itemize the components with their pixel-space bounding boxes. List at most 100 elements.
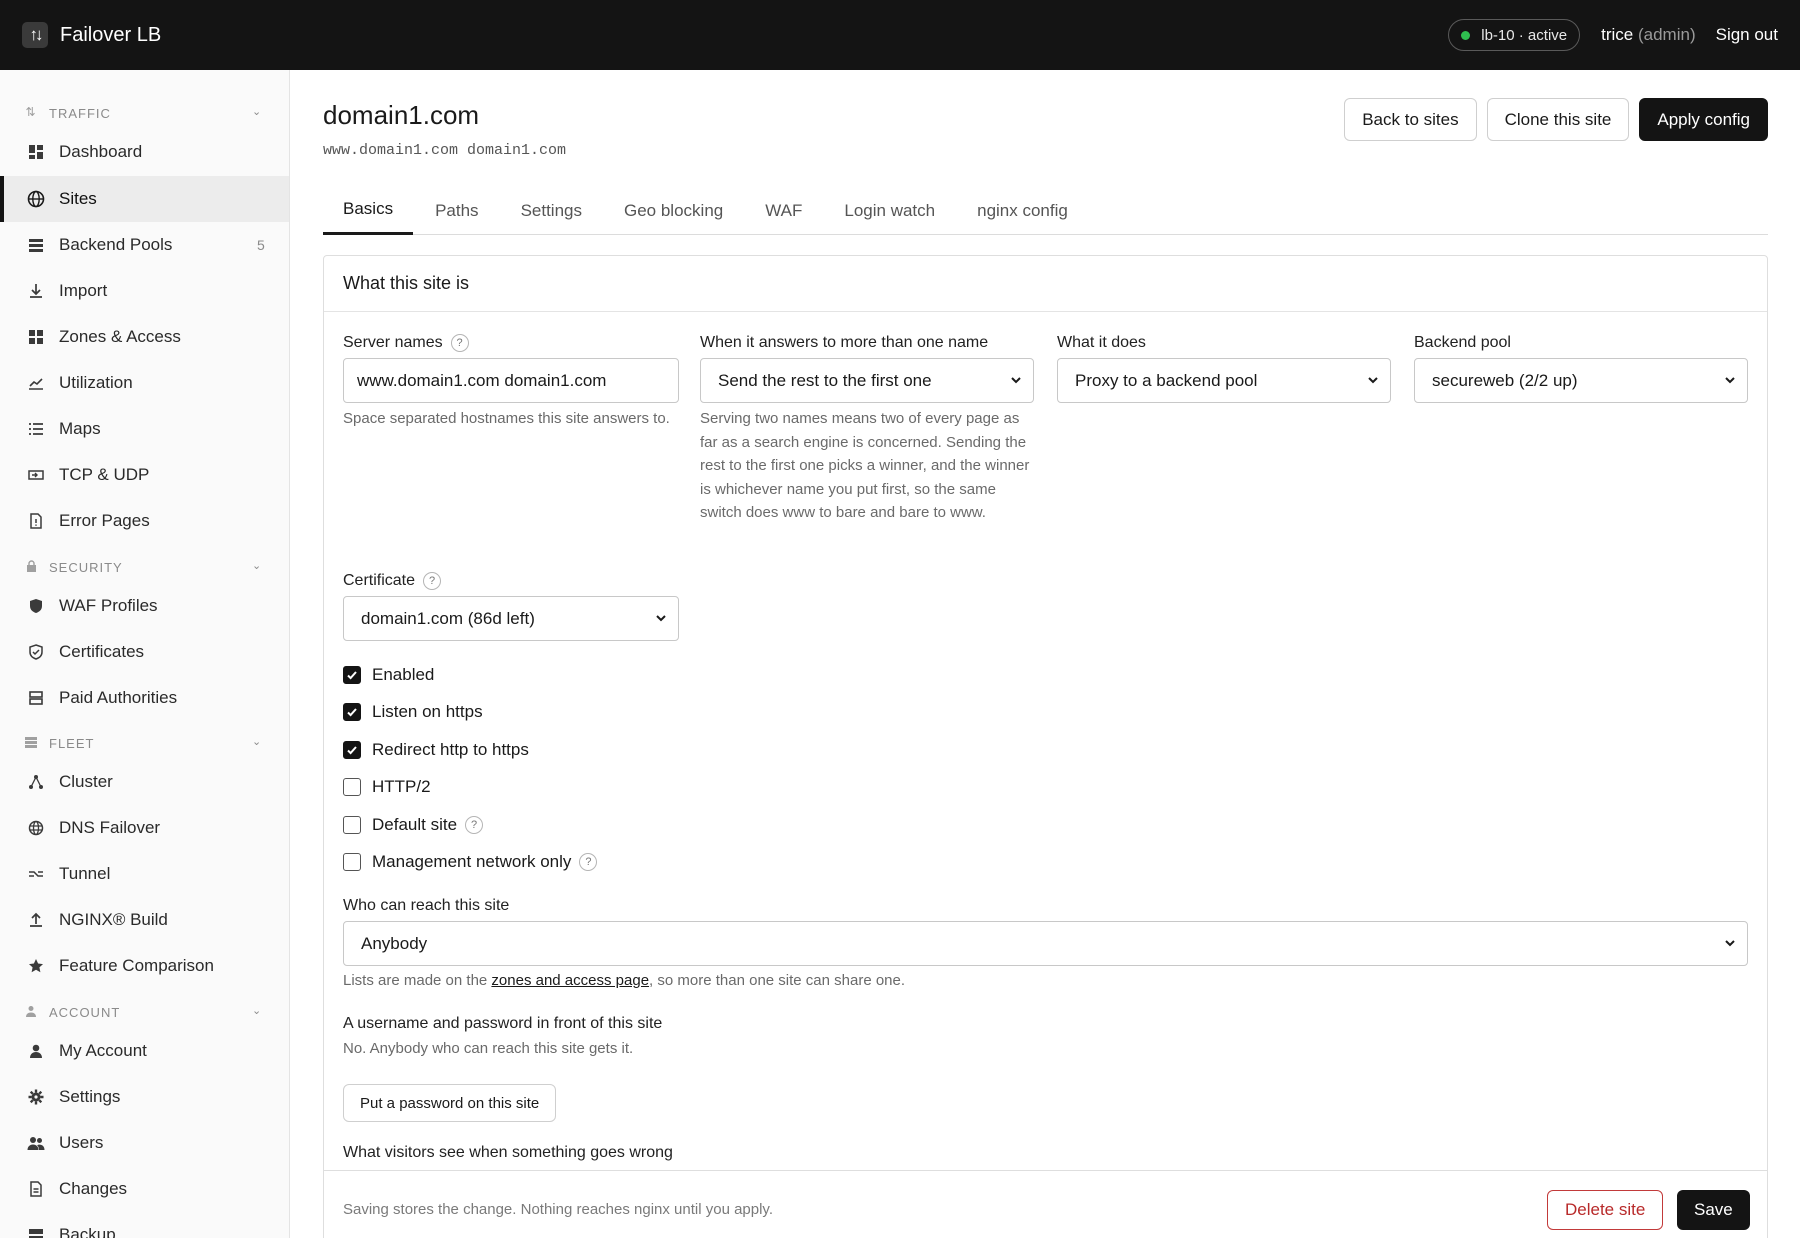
help-icon[interactable]: ? (450, 334, 469, 352)
sidebar-item-utilization[interactable]: Utilization (0, 360, 289, 406)
section-account[interactable]: ACCOUNT ⌄ (0, 1002, 289, 1022)
shield-filled-icon (25, 595, 47, 617)
sidebar-item-label: My Account (59, 1041, 147, 1060)
sidebar-item-label: Dashboard (59, 142, 143, 161)
sidebar-item-sites[interactable]: Sites (0, 176, 289, 222)
tab-nginx-config[interactable]: nginx config (957, 186, 1088, 235)
sidebar-item-error-pages[interactable]: Error Pages (0, 498, 289, 544)
multi-name-select[interactable]: Send the rest to the first one (700, 358, 1034, 403)
add-password-button[interactable]: Put a password on this site (343, 1084, 557, 1122)
chevron-down-icon (1725, 940, 1735, 947)
sidebar-item-backup[interactable]: Backup (0, 1212, 289, 1238)
sidebar-item-zones-access[interactable]: Zones & Access (0, 314, 289, 360)
sidebar-item-waf-profiles[interactable]: WAF Profiles (0, 583, 289, 629)
checkbox-label: Redirect http to https (372, 740, 529, 759)
section-security[interactable]: SECURITY ⌄ (0, 557, 289, 577)
person-icon (24, 1004, 38, 1018)
multi-name-hint: Serving two names means two of every pag… (700, 410, 1030, 521)
sidebar-item-label: DNS Failover (59, 818, 161, 837)
checkbox-unchecked-icon (343, 816, 361, 834)
sidebar-item-maps[interactable]: Maps (0, 406, 289, 452)
sidebar-item-my-account[interactable]: My Account (0, 1028, 289, 1074)
tab-paths[interactable]: Paths (415, 186, 498, 235)
redirect-https-checkbox[interactable]: Redirect http to https (343, 739, 529, 761)
sidebar-item-label: NGINX® Build (59, 910, 168, 929)
management-network-checkbox[interactable]: Management network only? (343, 851, 598, 873)
tab-waf[interactable]: WAF (745, 186, 822, 235)
certificate-value: domain1.com (86d left) (361, 608, 535, 628)
tab-login-watch[interactable]: Login watch (824, 186, 955, 235)
stack-icon (25, 687, 47, 709)
chevron-down-icon: ⌄ (252, 106, 263, 118)
tab-basics[interactable]: Basics (323, 186, 414, 235)
section-label: TRAFFIC (49, 105, 111, 121)
zones-access-link[interactable]: zones and access page (491, 972, 649, 989)
help-icon[interactable]: ? (465, 816, 484, 834)
chart-icon (25, 372, 47, 394)
server-names-label-row: Server names? (343, 333, 679, 353)
sidebar-item-paid-authorities[interactable]: Paid Authorities (0, 675, 289, 721)
checkbox-label: Default site (372, 815, 458, 834)
user-name: trice (1601, 25, 1634, 44)
sidebar-item-changes[interactable]: Changes (0, 1166, 289, 1212)
reach-select[interactable]: Anybody (343, 921, 1748, 966)
shield-check-icon (25, 641, 47, 663)
reach-hint-text: , so more than one site can share one. (649, 972, 906, 989)
sidebar-item-certificates[interactable]: Certificates (0, 629, 289, 675)
sidebar-item-settings[interactable]: Settings (0, 1074, 289, 1120)
certificate-select[interactable]: domain1.com (86d left) (343, 596, 679, 641)
save-button[interactable]: Save (1677, 1190, 1750, 1230)
node-status-badge: lb-10 · active (1448, 19, 1581, 51)
users-icon (25, 1132, 47, 1154)
what-it-does-select[interactable]: Proxy to a backend pool (1057, 358, 1391, 403)
status-dot-icon (1461, 30, 1471, 40)
http2-checkbox[interactable]: HTTP/2 (343, 776, 431, 798)
delete-site-button[interactable]: Delete site (1547, 1190, 1664, 1230)
lock-icon (24, 559, 38, 573)
section-traffic[interactable]: ⇅ TRAFFIC ⌄ (0, 103, 289, 123)
sidebar-item-label: Users (59, 1133, 104, 1152)
star-icon (25, 955, 47, 977)
tab-settings[interactable]: Settings (501, 186, 602, 235)
top-bar: ↑↓ Failover LB lb-10 · active trice (adm… (0, 0, 1800, 70)
apply-config-button[interactable]: Apply config (1639, 98, 1768, 141)
sidebar-item-cluster[interactable]: Cluster (0, 759, 289, 805)
tab-geo-blocking[interactable]: Geo blocking (604, 186, 743, 235)
sidebar-item-import[interactable]: Import (0, 268, 289, 314)
what-it-does-value: Proxy to a backend pool (1075, 370, 1258, 390)
sidebar-item-label: Certificates (59, 642, 145, 661)
backend-pool-value: secureweb (2/2 up) (1432, 370, 1578, 390)
server-names-input[interactable]: www.domain1.com domain1.com (343, 358, 679, 403)
cluster-icon (25, 771, 47, 793)
sidebar-item-backend-pools[interactable]: Backend Pools 5 (0, 222, 289, 268)
what-it-does-label: What it does (1057, 334, 1146, 351)
clone-site-button[interactable]: Clone this site (1486, 98, 1630, 141)
backend-pool-select[interactable]: secureweb (2/2 up) (1414, 358, 1748, 403)
sidebar-item-label: Error Pages (59, 511, 150, 530)
multi-name-label: When it answers to more than one name (700, 334, 989, 351)
help-icon[interactable]: ? (579, 853, 598, 871)
sidebar-item-nginx-build[interactable]: NGINX® Build (0, 897, 289, 943)
certificate-label: Certificate (343, 572, 416, 589)
sidebar-item-dashboard[interactable]: Dashboard (0, 129, 289, 175)
section-fleet[interactable]: FLEET ⌄ (0, 733, 289, 753)
sidebar-item-tcp-udp[interactable]: TCP & UDP (0, 452, 289, 498)
back-to-sites-button[interactable]: Back to sites (1344, 98, 1477, 141)
sidebar-item-users[interactable]: Users (0, 1120, 289, 1166)
sidebar-item-tunnel[interactable]: Tunnel (0, 851, 289, 897)
brand[interactable]: ↑↓ Failover LB (22, 22, 161, 48)
sidebar-item-label: Cluster (59, 772, 113, 791)
default-site-checkbox[interactable]: Default site? (343, 814, 484, 836)
checkbox-label: HTTP/2 (372, 777, 431, 796)
certificate-field: Certificate? domain1.com (86d left) (343, 571, 679, 641)
sign-out-link[interactable]: Sign out (1716, 25, 1778, 45)
chevron-down-icon: ⌄ (252, 736, 263, 748)
listen-https-checkbox[interactable]: Listen on https (343, 701, 483, 723)
reach-hint: Lists are made on the zones and access p… (343, 969, 1748, 993)
enabled-checkbox[interactable]: Enabled (343, 664, 434, 686)
sidebar-item-feature-comparison[interactable]: Feature Comparison (0, 943, 289, 989)
sidebar-item-label: Changes (59, 1179, 128, 1198)
sidebar-item-dns-failover[interactable]: DNS Failover (0, 805, 289, 851)
sidebar-item-label: Backend Pools (59, 235, 173, 254)
help-icon[interactable]: ? (423, 572, 442, 590)
